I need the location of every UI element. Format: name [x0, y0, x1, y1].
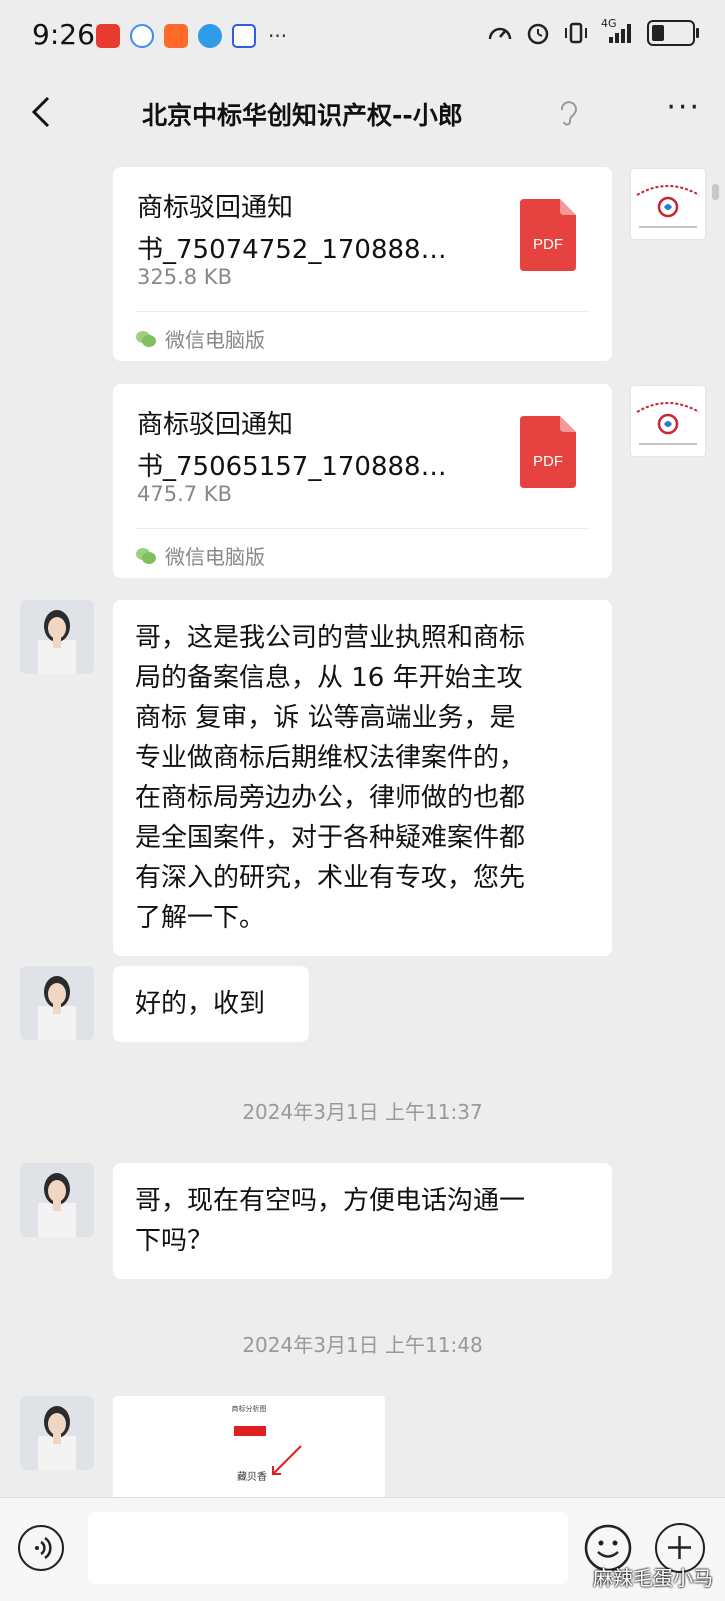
input-bar: 麻辣毛蛋小马 — [0, 1497, 725, 1601]
message-line: 专业做商标后期维权法律案件的， — [135, 743, 526, 773]
file-size: 475.7 KB — [137, 482, 232, 506]
message-line: 下吗？ — [135, 1226, 214, 1256]
battery-icon — [647, 20, 699, 46]
avatar[interactable] — [20, 1396, 94, 1470]
chat-header: 北京中标华创知识产权--小郎 ··· — [0, 76, 725, 152]
message-line: 哥，这是我公司的营业执照和商标 — [135, 623, 526, 653]
wechat-icon — [136, 547, 156, 564]
avatar[interactable] — [20, 966, 94, 1040]
more-notifications-icon: ··· — [268, 24, 288, 48]
text-message[interactable]: 哥，这是我公司的营业执照和商标 局的备案信息，从 16 年开始主攻 商标 复审，… — [113, 600, 612, 956]
baidu-app-icon — [232, 24, 256, 48]
contact-avatar-icon — [20, 1396, 94, 1470]
vibrate-icon — [565, 22, 587, 44]
chat-title: 北京中标华创知识产权--小郎 — [142, 101, 463, 130]
contact-avatar-icon — [20, 600, 94, 674]
chevron-left-icon[interactable] — [22, 90, 66, 134]
image-message[interactable]: 商标分析图 藏贝香 — [113, 1396, 385, 1506]
signal-icon: 4G — [601, 17, 635, 45]
ear-icon — [560, 101, 577, 126]
timestamp: 2024年3月1日 上午11:48 — [242, 1333, 483, 1357]
file-name-line: 商标驳回通知 — [137, 193, 294, 223]
message-line: 是全国案件，对于各种疑难案件都 — [135, 823, 526, 853]
avatar[interactable] — [20, 1163, 94, 1237]
pdf-file-icon: PDF — [520, 199, 576, 271]
message-line: 哥，现在有空吗，方便电话沟通一 — [135, 1186, 526, 1216]
avatar[interactable] — [630, 385, 706, 457]
system-icons: 4G — [487, 17, 699, 46]
file-name-line: 商标驳回通知 — [137, 410, 294, 440]
browser-app-icon — [198, 24, 222, 48]
arrow-icon — [272, 1445, 302, 1475]
text-message[interactable]: 好的，收到 — [113, 966, 309, 1042]
image-title: 商标分析图 — [231, 1405, 267, 1413]
contact-avatar-icon — [20, 1163, 94, 1237]
text-message[interactable]: 哥，现在有空吗，方便电话沟通一 下吗？ — [113, 1163, 612, 1279]
pdf-file-icon: PDF — [520, 416, 576, 488]
company-logo-icon — [636, 402, 700, 445]
more-options-button[interactable]: ··· — [666, 90, 701, 125]
notification-icons: ··· — [96, 24, 287, 48]
news-app-icon — [96, 24, 120, 48]
voice-button[interactable] — [18, 1525, 64, 1571]
message-line: 在商标局旁边办公，律师做的也都 — [135, 783, 526, 813]
file-message[interactable]: 商标驳回通知 书_75074752_170888… 325.8 KB PDF 微… — [113, 167, 612, 361]
file-size: 325.8 KB — [137, 265, 232, 289]
avatar[interactable] — [630, 168, 706, 240]
message-line: 有深入的研究，术业有专攻，您先 — [135, 863, 526, 893]
image-caption: 藏贝香 — [237, 1472, 267, 1483]
message-line: 局的备案信息，从 16 年开始主攻 — [135, 663, 523, 693]
contact-avatar-icon — [20, 966, 94, 1040]
status-bar: 9:26 ··· 4G — [0, 0, 725, 76]
file-source-row: 微信电脑版 — [135, 311, 590, 353]
file-message[interactable]: 商标驳回通知 书_75065157_170888… 475.7 KB PDF 微… — [113, 384, 612, 578]
file-name: 商标驳回通知 书_75065157_170888… — [137, 404, 477, 488]
company-logo-icon — [636, 185, 700, 228]
file-name: 商标驳回通知 书_75074752_170888… — [137, 187, 477, 271]
watermark: 麻辣毛蛋小马 — [593, 1566, 713, 1590]
scrollbar[interactable] — [712, 184, 719, 200]
pdf-label: PDF — [533, 453, 563, 470]
message-text: 好的，收到 — [135, 989, 266, 1019]
avatar[interactable] — [20, 600, 94, 674]
file-source: 微信电脑版 — [165, 328, 265, 352]
speedometer-icon — [488, 27, 512, 40]
wechat-icon — [136, 330, 156, 347]
chat-app-icon — [130, 24, 154, 48]
timestamp: 2024年3月1日 上午11:37 — [242, 1100, 483, 1124]
file-source-row: 微信电脑版 — [135, 528, 590, 570]
voice-icon — [35, 1536, 52, 1560]
image-highlight — [234, 1426, 266, 1436]
message-line: 商标 复审，诉 讼等高端业务，是 — [135, 703, 516, 733]
shopping-app-icon — [164, 24, 188, 48]
message-line: 了解一下。 — [135, 903, 266, 933]
pdf-label: PDF — [533, 236, 563, 253]
status-time: 9:26 — [32, 18, 95, 51]
alarm-icon — [527, 23, 549, 45]
message-input[interactable] — [88, 1512, 568, 1584]
file-source: 微信电脑版 — [165, 545, 265, 569]
